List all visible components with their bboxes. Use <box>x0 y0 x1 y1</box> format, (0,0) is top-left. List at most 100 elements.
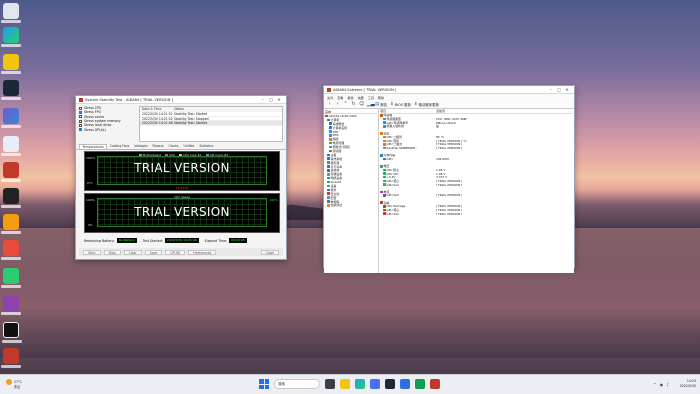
tree-item-icon <box>329 126 332 129</box>
minimize-icon[interactable]: – <box>547 87 555 92</box>
start-button[interactable]: Start <box>83 249 101 255</box>
weather-icon <box>6 379 12 385</box>
game-icon[interactable] <box>1 214 21 234</box>
edge-browser-icon[interactable] <box>1 27 21 47</box>
steam-icon[interactable] <box>385 379 395 389</box>
tree-item-icon <box>327 204 330 207</box>
y-axis-min: 0°C <box>87 181 93 185</box>
download-icon: ⬇ <box>413 101 418 107</box>
windows-start-icon[interactable] <box>259 379 269 389</box>
save-button[interactable]: Save <box>144 249 163 255</box>
toolbar: ‹ › ⌃ ↻ ☺ ▁▃ ▤ 报告 ⬇ BIOS 更新 ⬇ 驱动程序更新 <box>324 100 574 109</box>
app-icon[interactable] <box>2 322 22 343</box>
tab-temperatures[interactable]: Temperatures <box>79 144 108 149</box>
report-icon: ▤ <box>375 101 380 107</box>
refresh-icon[interactable]: ↻ <box>351 101 356 107</box>
cpu-usage-graph: CPU Usage 100% 0% 100% TRIAL VERSION <box>84 193 280 233</box>
recycle-bin-icon[interactable] <box>1 3 21 23</box>
maximize-icon[interactable]: ▢ <box>267 97 275 102</box>
aida64-titlebar[interactable]: AIDA64 Extreme [ TRIAL VERSION ] – ▢ ✕ <box>324 86 574 94</box>
stress-gpu-checkbox[interactable]: Stress GPU(s) <box>79 127 139 132</box>
task-view-icon[interactable] <box>325 379 335 389</box>
close-icon[interactable]: ✕ <box>275 97 283 102</box>
tree-item-icon <box>327 118 330 122</box>
app-icon[interactable] <box>1 136 21 156</box>
driver-update-button[interactable]: ⬇ 驱动程序更新 <box>414 102 439 107</box>
column-field[interactable]: 项目 <box>380 109 436 113</box>
edge-icon[interactable] <box>355 379 365 389</box>
clear-button[interactable]: Clear <box>123 249 142 255</box>
list-item[interactable]: 机箱入侵检测是 <box>380 124 573 128</box>
app-icon[interactable] <box>1 162 21 182</box>
weather-widget[interactable]: 27°C 多云 <box>6 379 22 389</box>
battery-value: No Battery <box>116 238 137 243</box>
stop-button[interactable]: Stop <box>103 249 121 255</box>
list-item[interactable]: GPU SoC[ TRIAL VERSION ] <box>380 194 573 197</box>
stability-titlebar[interactable]: System Stability Test - AIDA64 [ TRIAL V… <box>76 96 286 104</box>
up-icon[interactable]: ⌃ <box>343 101 348 107</box>
menu-view[interactable]: 查看 <box>337 95 343 100</box>
bios-update-button[interactable]: ⬇ BIOS 更新 <box>390 102 411 107</box>
list-item[interactable]: GPU SoC[ TRIAL VERSION ] <box>380 212 573 215</box>
list-item[interactable]: GPU 342 RPM <box>380 157 573 161</box>
system-tray[interactable]: ⌃ ◉ ♪ <box>653 382 670 387</box>
clock[interactable]: 14:23 2022/5/30 <box>680 379 696 388</box>
tab-powers[interactable]: Powers <box>150 144 166 149</box>
maximize-icon[interactable]: ▢ <box>555 87 563 92</box>
user-icon[interactable]: ☺ <box>359 101 364 107</box>
close-icon[interactable]: ✕ <box>563 87 571 92</box>
tree-item-icon <box>327 176 330 180</box>
tab-unified[interactable]: Unified <box>181 144 197 149</box>
tree-item-icon <box>325 114 328 118</box>
menu-file[interactable]: 文件 <box>327 95 333 100</box>
tree-item-icon <box>327 200 330 203</box>
log-row[interactable]: 2022/5/30 14:21:46 Stability Test: Start… <box>140 121 282 127</box>
file-explorer-icon[interactable] <box>340 379 350 389</box>
chart-icon[interactable]: ▁▃ <box>367 101 375 107</box>
game-icon[interactable] <box>1 188 21 208</box>
column-value[interactable]: 当前值 <box>436 109 445 113</box>
app-icon[interactable] <box>1 108 21 128</box>
app-icon[interactable] <box>1 268 21 288</box>
app-icon[interactable] <box>415 379 425 389</box>
store-icon[interactable] <box>370 379 380 389</box>
row-icon <box>383 194 386 197</box>
menu-favorites[interactable]: 收藏 <box>358 95 364 100</box>
tab-statistics[interactable]: Statistics <box>197 144 216 149</box>
tree-item-icon <box>327 153 330 157</box>
report-button[interactable]: ▤ 报告 <box>375 102 387 107</box>
tree-item-icon <box>327 165 330 168</box>
back-icon[interactable]: ‹ <box>327 101 332 107</box>
tree-item-icon <box>327 169 330 172</box>
tree-item-icon <box>329 145 332 149</box>
tree-item-icon <box>327 173 330 176</box>
tab-cooling-fans[interactable]: Cooling Fans <box>107 144 132 149</box>
folder-icon[interactable] <box>1 54 21 74</box>
aida64-icon[interactable] <box>430 379 440 389</box>
stability-test-window: System Stability Test - AIDA64 [ TRIAL V… <box>75 95 287 260</box>
forward-icon[interactable]: › <box>335 101 340 107</box>
taskbar-apps: 搜索 <box>259 379 440 389</box>
row-icon <box>383 212 386 215</box>
tab-clocks[interactable]: Clocks <box>166 144 181 149</box>
list-item[interactable]: SanDisk SDBB8QEH...[ TRIAL VERSION ] <box>380 146 573 150</box>
aida64-icon[interactable] <box>1 348 21 368</box>
sensor-list: 项目 当前值 传感器 传感器类型 CPU, HDD, ACPI, SNB GPU 传感… <box>379 109 574 273</box>
taskbar-search[interactable]: 搜索 <box>274 379 320 389</box>
app-icon[interactable] <box>1 240 21 260</box>
app-icon[interactable] <box>400 379 410 389</box>
steam-icon[interactable] <box>1 80 21 100</box>
app-icon[interactable] <box>1 295 21 315</box>
tab-voltages[interactable]: Voltages <box>132 144 150 149</box>
row-icon <box>383 157 386 161</box>
preferences-button[interactable]: Preferences <box>187 249 217 255</box>
tree-item[interactable]: 性能测试 <box>325 203 377 207</box>
cpuid-button[interactable]: CPUID <box>165 249 185 255</box>
list-item[interactable]: GPU SoC[ TRIAL VERSION ] <box>380 183 573 186</box>
menu-help[interactable]: 帮助 <box>378 95 384 100</box>
menu-tools[interactable]: 工具 <box>368 95 374 100</box>
minimize-icon[interactable]: – <box>259 97 267 102</box>
menu-report[interactable]: 报告 <box>347 95 353 100</box>
close-button[interactable]: Close <box>260 249 279 255</box>
elapsed-time-value: 00:00:08 <box>229 238 247 243</box>
